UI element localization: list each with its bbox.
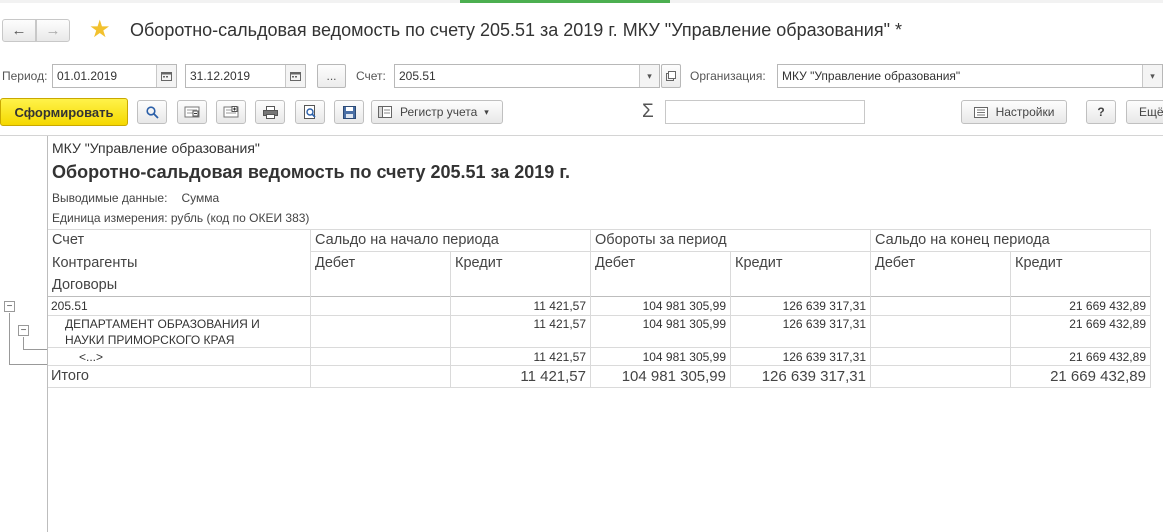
print-preview-icon	[303, 105, 316, 119]
account-field[interactable]: 205.51 ▾	[394, 64, 660, 88]
header-counterparties: Контрагенты	[52, 255, 138, 271]
unit-line: Единица измерения: рубль (код по ОКЕИ 38…	[52, 211, 310, 225]
printer-icon	[262, 105, 278, 119]
row-turnover-debit: 104 981 305,99	[642, 299, 726, 313]
output-value: Сумма	[181, 191, 220, 205]
forward-button[interactable]: →	[36, 19, 70, 42]
tree-connector	[9, 313, 10, 365]
account-label: Счет:	[356, 69, 386, 83]
header-account: Счет	[52, 232, 85, 248]
organization-value: МКУ "Управление образования"	[782, 69, 961, 83]
report-top-border	[0, 135, 1163, 136]
arrow-right-icon: →	[45, 22, 61, 39]
row-closing-credit: 21 669 432,89	[1069, 317, 1146, 331]
floppy-disk-icon	[342, 105, 356, 119]
tree-connector	[23, 349, 47, 350]
total-turnover-credit: 126 639 317,31	[761, 368, 866, 385]
dropdown-arrow-icon[interactable]: ▾	[1142, 65, 1162, 87]
row-turnover-credit: 126 639 317,31	[782, 350, 866, 364]
expand-icon	[223, 106, 239, 118]
row-opening-credit: 11 421,57	[533, 350, 587, 364]
header-closing-balance: Сальдо на конец периода	[875, 232, 1050, 248]
period-from-field[interactable]: 01.01.2019	[52, 64, 177, 88]
total-opening-credit: 11 421,57	[520, 368, 586, 385]
header-turnover-debit: Дебет	[595, 255, 636, 271]
row-turnover-debit: 104 981 305,99	[642, 350, 726, 364]
grouping-gutter	[47, 136, 48, 532]
output-label: Выводимые данные:	[52, 191, 168, 205]
row-closing-credit: 21 669 432,89	[1069, 299, 1146, 313]
total-turnover-debit: 104 981 305,99	[621, 368, 726, 385]
settings-icon	[973, 106, 988, 118]
header-opening-credit: Кредит	[455, 255, 503, 271]
sum-field[interactable]	[665, 100, 865, 124]
search-icon	[145, 105, 159, 119]
period-from-value: 01.01.2019	[57, 69, 118, 83]
organization-field[interactable]: МКУ "Управление образования" ▾	[777, 64, 1163, 88]
header-opening-debit: Дебет	[315, 255, 356, 271]
favorite-star-icon[interactable]: ★	[89, 16, 111, 44]
header-closing-credit: Кредит	[1015, 255, 1063, 271]
save-button[interactable]	[334, 100, 364, 124]
row-turnover-debit: 104 981 305,99	[642, 317, 726, 331]
row-closing-credit: 21 669 432,89	[1069, 350, 1146, 364]
collapse-icon	[184, 106, 200, 118]
row-turnover-credit: 126 639 317,31	[782, 317, 866, 331]
top-strip	[0, 0, 1163, 3]
window-title: Оборотно-сальдовая ведомость по счету 20…	[130, 20, 902, 40]
header-contracts: Договоры	[52, 277, 118, 293]
report-organization: МКУ "Управление образования"	[52, 140, 260, 156]
total-closing-credit: 21 669 432,89	[1050, 368, 1146, 385]
open-icon	[666, 71, 676, 81]
settings-button[interactable]: Настройки	[961, 100, 1067, 124]
period-to-value: 31.12.2019	[190, 69, 251, 83]
collapse-group-icon[interactable]: −	[4, 301, 15, 312]
period-select-button[interactable]: ...	[317, 64, 346, 88]
search-button[interactable]	[137, 100, 167, 124]
header-turnover-credit: Кредит	[735, 255, 783, 271]
header-closing-debit: Дебет	[875, 255, 916, 271]
period-label: Период:	[2, 69, 48, 83]
tree-connector	[9, 364, 47, 365]
back-button[interactable]: ←	[2, 19, 36, 42]
calendar-icon[interactable]	[156, 65, 176, 87]
collapse-groups-button[interactable]	[177, 100, 207, 124]
register-dropdown-button[interactable]: Регистр учета ▾	[371, 100, 503, 124]
register-icon	[378, 106, 392, 118]
organization-label: Организация:	[690, 69, 766, 83]
header-opening-balance: Сальдо на начало периода	[315, 232, 499, 248]
print-button[interactable]	[255, 100, 285, 124]
row-counterparty-name-line2[interactable]: НАУКИ ПРИМОРСКОГО КРАЯ	[65, 333, 234, 347]
report-title: Оборотно-сальдовая ведомость по счету 20…	[52, 162, 571, 182]
help-button[interactable]: ?	[1086, 100, 1116, 124]
preview-button[interactable]	[295, 100, 325, 124]
more-button[interactable]: Ещё	[1126, 100, 1163, 124]
calendar-icon[interactable]	[285, 65, 305, 87]
open-account-button[interactable]	[661, 64, 681, 88]
row-opening-credit: 11 421,57	[533, 299, 587, 313]
period-to-field[interactable]: 31.12.2019	[185, 64, 306, 88]
total-label: Итого	[51, 368, 89, 384]
output-data-line: Выводимые данные: Сумма	[52, 191, 219, 205]
dropdown-arrow-icon[interactable]: ▾	[639, 65, 659, 87]
arrow-left-icon: ←	[11, 22, 27, 39]
expand-groups-button[interactable]	[216, 100, 246, 124]
row-counterparty-name-line1[interactable]: ДЕПАРТАМЕНТ ОБРАЗОВАНИЯ И	[65, 317, 260, 331]
collapse-group-icon[interactable]: −	[18, 325, 29, 336]
active-tab-indicator	[460, 0, 670, 3]
row-account-name[interactable]: 205.51	[51, 299, 88, 313]
row-turnover-credit: 126 639 317,31	[782, 299, 866, 313]
header-turnover: Обороты за период	[595, 232, 727, 248]
row-opening-credit: 11 421,57	[533, 317, 587, 331]
generate-button[interactable]: Сформировать	[0, 98, 128, 126]
register-label: Регистр учета	[400, 105, 478, 119]
account-value: 205.51	[399, 69, 436, 83]
chevron-down-icon: ▾	[484, 106, 489, 117]
settings-label: Настройки	[995, 105, 1055, 119]
row-contract-name[interactable]: <...>	[79, 350, 103, 364]
sigma-icon: Σ	[642, 101, 654, 122]
